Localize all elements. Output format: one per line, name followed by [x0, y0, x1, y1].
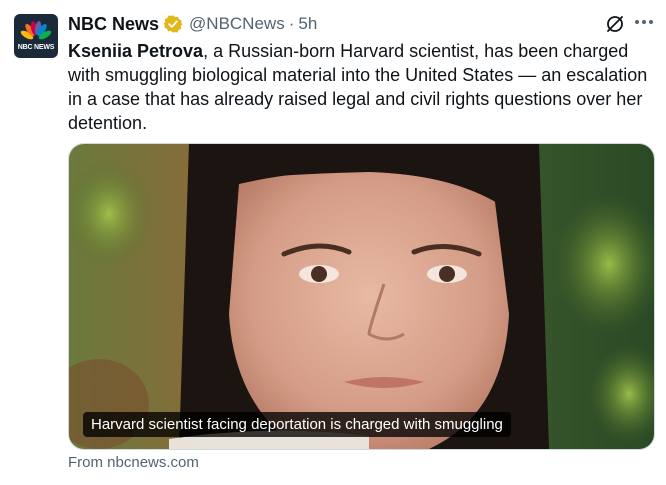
display-name[interactable]: NBC News — [68, 14, 159, 35]
nbc-peacock-icon — [20, 21, 52, 40]
more-button[interactable] — [632, 10, 656, 34]
mentioned-name: Kseniia Petrova — [68, 41, 204, 61]
verified-badge-icon[interactable] — [163, 14, 183, 34]
avatar-brand-text: NBC NEWS — [17, 44, 55, 51]
grok-icon[interactable] — [605, 14, 625, 34]
card-source-link[interactable]: From nbcnews.com — [68, 454, 199, 471]
tweet-header: NBC News @NBCNews · 5h — [68, 12, 317, 36]
timestamp[interactable]: 5h — [298, 14, 317, 34]
more-icon — [635, 20, 653, 24]
link-card-image[interactable]: Harvard scientist facing deportation is … — [68, 143, 655, 450]
tweet-text: Kseniia Petrova, a Russian-born Harvard … — [68, 39, 653, 135]
avatar[interactable]: NBC NEWS — [14, 14, 58, 58]
separator-dot: · — [288, 14, 295, 33]
portrait-photo — [69, 144, 654, 449]
handle[interactable]: @NBCNews — [189, 14, 285, 34]
card-caption: Harvard scientist facing deportation is … — [83, 412, 511, 437]
